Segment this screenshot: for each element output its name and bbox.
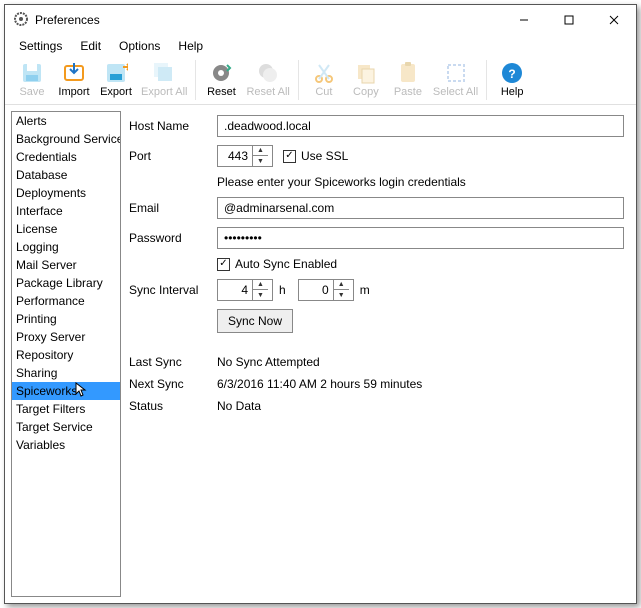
cut-icon: [312, 61, 336, 85]
menu-help[interactable]: Help: [170, 37, 211, 55]
preferences-sidebar[interactable]: AlertsBackground ServiceCredentialsDatab…: [11, 111, 121, 597]
sidebar-item-logging[interactable]: Logging: [12, 238, 120, 256]
export-all-icon: [152, 61, 176, 85]
use-ssl-checkbox[interactable]: ✓ Use SSL: [283, 149, 348, 163]
sidebar-item-performance[interactable]: Performance: [12, 292, 120, 310]
reset-icon: [209, 61, 233, 85]
copy-button[interactable]: Copy: [345, 59, 387, 100]
export-all-button[interactable]: Export All: [137, 59, 191, 100]
sidebar-item-printing[interactable]: Printing: [12, 310, 120, 328]
save-icon: [20, 61, 44, 85]
reset-all-button[interactable]: Reset All: [242, 59, 293, 100]
sidebar-item-repository[interactable]: Repository: [12, 346, 120, 364]
titlebar: Preferences: [5, 5, 636, 35]
sidebar-item-credentials[interactable]: Credentials: [12, 148, 120, 166]
checkbox-icon: ✓: [217, 258, 230, 271]
menubar: Settings Edit Options Help: [5, 35, 636, 57]
auto-sync-checkbox[interactable]: ✓ Auto Sync Enabled: [217, 257, 624, 271]
import-button[interactable]: Import: [53, 59, 95, 100]
import-icon: [62, 61, 86, 85]
sidebar-item-variables[interactable]: Variables: [12, 436, 120, 454]
sidebar-item-deployments[interactable]: Deployments: [12, 184, 120, 202]
content-panel: Host Name Port ▲▼ ✓ Use SSL: [127, 111, 630, 597]
close-button[interactable]: [591, 6, 636, 34]
spinner-down[interactable]: ▼: [253, 290, 268, 300]
spinner-down[interactable]: ▼: [334, 290, 349, 300]
help-icon: ?: [500, 61, 524, 85]
app-icon: [13, 11, 29, 30]
sidebar-item-database[interactable]: Database: [12, 166, 120, 184]
export-icon: [104, 61, 128, 85]
spinner-up[interactable]: ▲: [253, 146, 268, 156]
reset-all-icon: [256, 61, 280, 85]
sidebar-item-background-service[interactable]: Background Service: [12, 130, 120, 148]
help-button[interactable]: ? Help: [491, 59, 533, 100]
sidebar-item-mail-server[interactable]: Mail Server: [12, 256, 120, 274]
cut-button[interactable]: Cut: [303, 59, 345, 100]
host-name-input[interactable]: [217, 115, 624, 137]
paste-icon: [396, 61, 420, 85]
sidebar-item-spiceworks[interactable]: Spiceworks: [12, 382, 120, 400]
sidebar-item-license[interactable]: License: [12, 220, 120, 238]
password-label: Password: [129, 231, 209, 245]
sidebar-item-package-library[interactable]: Package Library: [12, 274, 120, 292]
sidebar-item-proxy-server[interactable]: Proxy Server: [12, 328, 120, 346]
host-name-label: Host Name: [129, 119, 209, 133]
port-label: Port: [129, 149, 209, 163]
sync-minutes-input[interactable]: ▲▼: [298, 279, 354, 301]
sidebar-item-interface[interactable]: Interface: [12, 202, 120, 220]
sidebar-item-sharing[interactable]: Sharing: [12, 364, 120, 382]
preferences-window: Preferences Settings Edit Options Help S…: [4, 4, 637, 604]
spinner-up[interactable]: ▲: [334, 280, 349, 290]
separator: [486, 60, 487, 100]
status-label: Status: [129, 399, 209, 413]
email-label: Email: [129, 201, 209, 215]
next-sync-value: 6/3/2016 11:40 AM 2 hours 59 minutes: [217, 377, 624, 391]
status-value: No Data: [217, 399, 624, 413]
password-input[interactable]: [217, 227, 624, 249]
sync-now-button[interactable]: Sync Now: [217, 309, 293, 333]
svg-text:?: ?: [508, 67, 515, 81]
sidebar-item-target-service[interactable]: Target Service: [12, 418, 120, 436]
next-sync-label: Next Sync: [129, 377, 209, 391]
reset-button[interactable]: Reset: [200, 59, 242, 100]
sidebar-item-alerts[interactable]: Alerts: [12, 112, 120, 130]
spinner-down[interactable]: ▼: [253, 156, 268, 166]
copy-icon: [354, 61, 378, 85]
menu-edit[interactable]: Edit: [72, 37, 109, 55]
minimize-button[interactable]: [501, 6, 546, 34]
select-all-button[interactable]: Select All: [429, 59, 482, 100]
last-sync-label: Last Sync: [129, 355, 209, 369]
toolbar: Save Import Export Export All Reset Rese…: [5, 57, 636, 105]
menu-settings[interactable]: Settings: [11, 37, 70, 55]
save-button[interactable]: Save: [11, 59, 53, 100]
paste-button[interactable]: Paste: [387, 59, 429, 100]
last-sync-value: No Sync Attempted: [217, 355, 624, 369]
credentials-hint: Please enter your Spiceworks login crede…: [217, 175, 624, 189]
email-input[interactable]: [217, 197, 624, 219]
export-button[interactable]: Export: [95, 59, 137, 100]
select-all-icon: [444, 61, 468, 85]
maximize-button[interactable]: [546, 6, 591, 34]
sync-interval-label: Sync Interval: [129, 283, 209, 297]
spinner-up[interactable]: ▲: [253, 280, 268, 290]
sidebar-item-target-filters[interactable]: Target Filters: [12, 400, 120, 418]
sync-hours-input[interactable]: ▲▼: [217, 279, 273, 301]
port-input[interactable]: ▲▼: [217, 145, 273, 167]
window-title: Preferences: [35, 13, 100, 27]
checkbox-icon: ✓: [283, 150, 296, 163]
menu-options[interactable]: Options: [111, 37, 168, 55]
separator: [298, 60, 299, 100]
separator: [195, 60, 196, 100]
